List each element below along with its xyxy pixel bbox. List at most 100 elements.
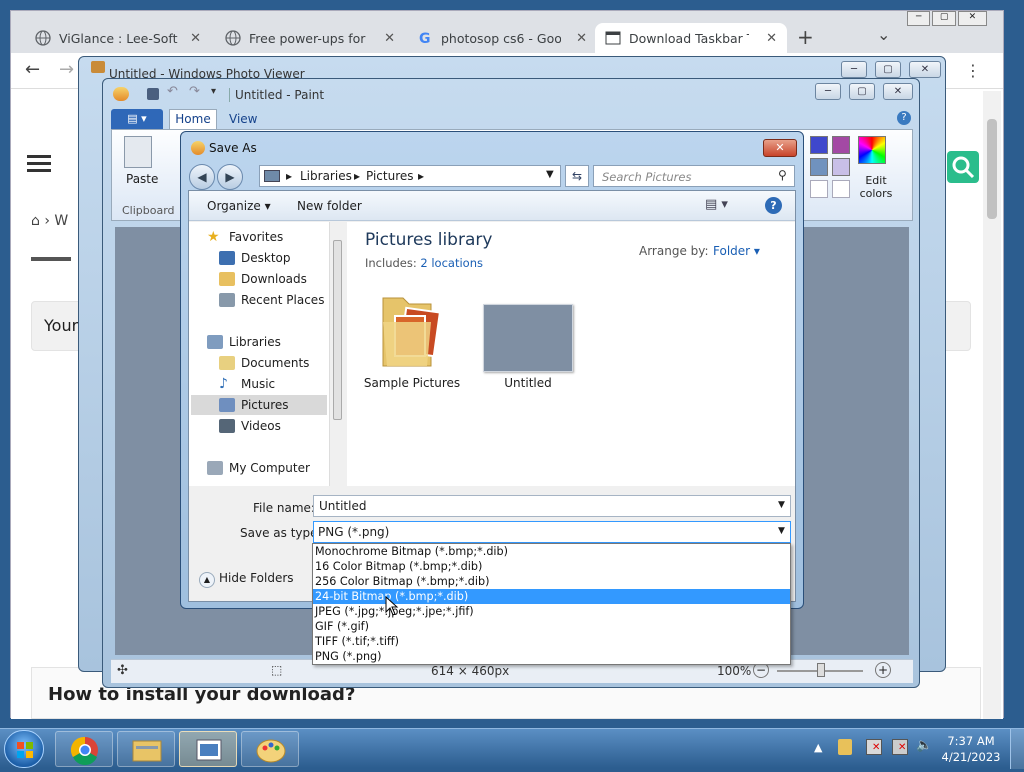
- zoom-slider-thumb[interactable]: [817, 663, 825, 677]
- show-hidden-icons[interactable]: ▲: [814, 741, 822, 754]
- dropdown-option[interactable]: Monochrome Bitmap (*.bmp;*.dib): [313, 544, 790, 559]
- paste-button[interactable]: Paste: [126, 172, 158, 186]
- home-icon[interactable]: ⌂: [31, 213, 40, 229]
- minimize-icon[interactable]: ─: [907, 11, 931, 26]
- nav-pictures[interactable]: Pictures: [191, 395, 327, 415]
- file-item[interactable]: Untitled: [473, 286, 583, 396]
- view-icon[interactable]: ▤ ▾: [705, 197, 728, 212]
- tab-download-taskbar[interactable]: Download Taskbar Text ✕: [595, 23, 787, 53]
- tab-viglance[interactable]: ViGlance : Lee-Soft ✕: [25, 23, 211, 53]
- file-item[interactable]: Sample Pictures: [359, 286, 465, 396]
- minimize-icon[interactable]: ─: [815, 83, 841, 100]
- close-icon[interactable]: ✕: [190, 31, 201, 46]
- paste-icon[interactable]: [124, 136, 152, 168]
- action-center-icon[interactable]: ✕: [866, 739, 882, 755]
- chevron-down-icon[interactable]: ▼: [778, 526, 785, 536]
- arrange-by-dropdown[interactable]: Folder ▾: [713, 244, 760, 258]
- help-icon[interactable]: ?: [897, 111, 911, 125]
- nav-my-computer[interactable]: My Computer: [207, 458, 310, 478]
- color-swatch[interactable]: [832, 180, 850, 198]
- new-folder-button[interactable]: New folder: [297, 199, 362, 213]
- tab-search-button[interactable]: ⌄: [877, 25, 890, 44]
- nav-music[interactable]: ♪ Music: [219, 374, 275, 394]
- save-type-select[interactable]: PNG (*.png) ▼: [313, 521, 791, 543]
- close-icon[interactable]: ✕: [576, 31, 587, 46]
- close-icon[interactable]: ✕: [957, 11, 987, 26]
- undo-icon[interactable]: ↶: [167, 84, 178, 99]
- close-icon[interactable]: ✕: [766, 31, 777, 46]
- dropdown-option[interactable]: PNG (*.png): [313, 649, 790, 664]
- close-icon[interactable]: ✕: [883, 83, 913, 100]
- maximize-icon[interactable]: ▢: [849, 83, 875, 100]
- color-swatch[interactable]: [810, 158, 828, 176]
- nav-downloads[interactable]: Downloads: [219, 269, 307, 289]
- breadcrumb-pictures[interactable]: Pictures: [366, 169, 414, 183]
- new-tab-button[interactable]: +: [797, 25, 814, 49]
- dropdown-option[interactable]: 16 Color Bitmap (*.bmp;*.dib): [313, 559, 790, 574]
- taskbar-explorer[interactable]: [117, 731, 175, 767]
- dropdown-option[interactable]: 256 Color Bitmap (*.bmp;*.dib): [313, 574, 790, 589]
- paint-menu-button[interactable]: ▤ ▾: [111, 109, 163, 129]
- nav-libraries[interactable]: Libraries: [207, 332, 281, 352]
- nav-scrollbar[interactable]: [329, 222, 345, 486]
- edit-colors-icon[interactable]: [858, 136, 886, 164]
- start-button[interactable]: [4, 730, 44, 768]
- tab-view[interactable]: View: [229, 112, 257, 126]
- color-swatch[interactable]: [810, 180, 828, 198]
- dropdown-option[interactable]: TIFF (*.tif;*.tiff): [313, 634, 790, 649]
- menu-icon[interactable]: ⋮: [965, 61, 981, 80]
- scroll-thumb[interactable]: [987, 119, 997, 219]
- taskbar-paint[interactable]: [241, 731, 299, 767]
- nav-favorites[interactable]: ★ Favorites: [207, 227, 283, 247]
- file-name-field[interactable]: Untitled ▼: [313, 495, 791, 517]
- maximize-icon[interactable]: ▢: [932, 11, 956, 26]
- search-icon[interactable]: [947, 151, 979, 183]
- customize-icon[interactable]: ▾: [211, 86, 216, 97]
- taskbar-chrome[interactable]: [55, 731, 113, 767]
- color-swatch[interactable]: [832, 158, 850, 176]
- clock-time[interactable]: 7:37 AM: [940, 734, 1002, 748]
- tab-home[interactable]: Home: [169, 109, 217, 129]
- tab-power-ups[interactable]: Free power-ups for your ✕: [215, 23, 405, 53]
- forward-button[interactable]: →: [59, 59, 74, 80]
- nav-videos[interactable]: Videos: [219, 416, 281, 436]
- dropdown-option[interactable]: GIF (*.gif): [313, 619, 790, 634]
- close-icon[interactable]: ✕: [384, 31, 395, 46]
- forward-button[interactable]: ▶: [217, 164, 243, 190]
- maximize-icon[interactable]: ▢: [875, 61, 901, 78]
- taskbar-photo-viewer[interactable]: [179, 731, 237, 767]
- redo-icon[interactable]: ↷: [189, 84, 200, 99]
- volume-icon[interactable]: 🔈: [916, 738, 932, 753]
- tab-google[interactable]: G photosop cs6 - Google ✕: [407, 23, 597, 53]
- clock-date[interactable]: 4/21/2023: [940, 750, 1002, 764]
- address-bar[interactable]: ▸ Libraries ▸ Pictures ▸ ▼: [259, 165, 561, 187]
- help-icon[interactable]: ?: [765, 197, 782, 214]
- color-swatch[interactable]: [810, 136, 828, 154]
- chevron-down-icon[interactable]: ▼: [778, 500, 785, 510]
- page-scrollbar[interactable]: [983, 91, 1001, 719]
- zoom-in-button[interactable]: +: [875, 662, 891, 678]
- edit-colors-button[interactable]: Edit colors: [854, 174, 898, 200]
- locations-link[interactable]: 2 locations: [420, 256, 483, 270]
- scroll-thumb[interactable]: [333, 240, 342, 420]
- chevron-down-icon[interactable]: ▼: [546, 169, 554, 180]
- nav-desktop[interactable]: Desktop: [219, 248, 291, 268]
- hide-folders-button[interactable]: ▲ Hide Folders: [199, 571, 294, 588]
- back-button[interactable]: ←: [25, 59, 40, 80]
- nav-recent-places[interactable]: Recent Places: [219, 290, 324, 310]
- hamburger-icon[interactable]: [27, 155, 51, 173]
- nav-documents[interactable]: Documents: [219, 353, 309, 373]
- save-icon[interactable]: [147, 88, 159, 100]
- minimize-icon[interactable]: ─: [841, 61, 867, 78]
- search-input[interactable]: Search Pictures ⚲: [593, 165, 795, 187]
- back-button[interactable]: ◀: [189, 164, 215, 190]
- close-button[interactable]: ✕: [763, 139, 797, 157]
- refresh-icon[interactable]: ⇆: [565, 165, 589, 187]
- breadcrumb-libraries[interactable]: Libraries: [300, 169, 352, 183]
- close-icon[interactable]: ✕: [909, 61, 941, 78]
- color-swatch[interactable]: [832, 136, 850, 154]
- organize-button[interactable]: Organize ▾: [207, 199, 271, 213]
- network-icon[interactable]: ✕: [892, 739, 908, 755]
- show-desktop-button[interactable]: [1010, 729, 1024, 769]
- tray-app-icon[interactable]: [838, 739, 852, 755]
